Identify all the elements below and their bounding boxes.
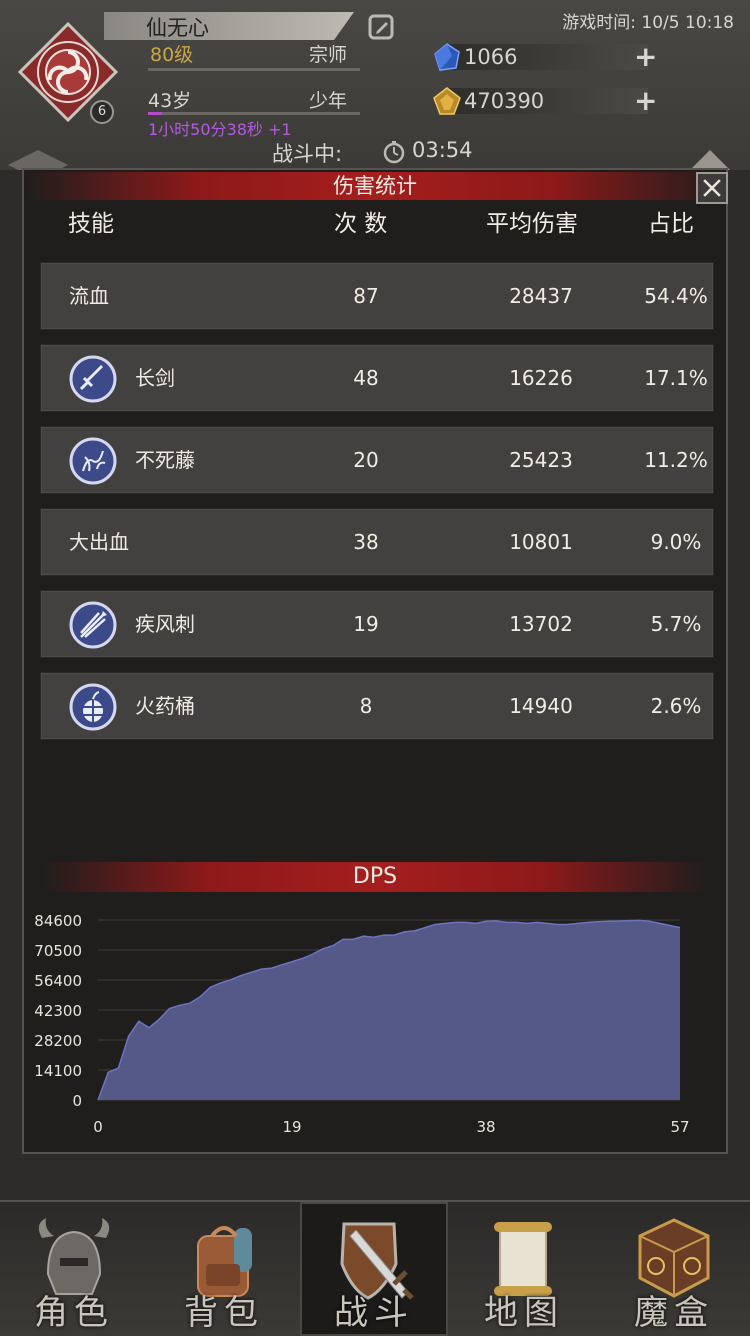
y-tick-label: 14100 <box>34 1062 82 1080</box>
column-header-avg-damage: 平均伤害 <box>486 211 578 237</box>
character-name: 仙无心 <box>146 16 209 40</box>
sword-icon <box>69 355 117 403</box>
nav-label-map: 地图 <box>484 1293 564 1333</box>
bottom-nav: 角色 背包 战斗 地图 魔盒 <box>0 1200 750 1336</box>
gold-gem-count: 470390 <box>464 89 545 113</box>
skill-name: 长剑 <box>135 366 175 390</box>
add-blue-gem-button[interactable]: + <box>634 43 657 71</box>
damage-percent: 5.7% <box>650 612 702 636</box>
table-row: 火药桶 8 14940 2.6% <box>40 672 714 740</box>
skill-name: 大出血 <box>69 530 129 554</box>
nav-tab-magic-box[interactable]: 魔盒 <box>600 1202 748 1336</box>
dps-title: DPS <box>352 864 398 889</box>
hit-count: 38 <box>353 530 379 554</box>
battle-countdown: 03:54 <box>412 138 473 162</box>
avg-damage: 13702 <box>509 612 573 636</box>
avg-damage: 16226 <box>509 366 573 390</box>
column-header-percent: 占比 <box>648 211 694 237</box>
damage-percent: 54.4% <box>644 284 708 308</box>
table-row: 疾风刺 19 13702 5.7% <box>40 590 714 658</box>
vine-icon <box>69 437 117 485</box>
skill-name: 不死藤 <box>135 448 195 472</box>
hit-count: 87 <box>353 284 379 308</box>
avg-damage: 14940 <box>509 694 573 718</box>
name-plate <box>104 12 354 40</box>
level-divider <box>148 68 360 71</box>
skill-name: 火药桶 <box>135 694 195 718</box>
table-row: 不死藤 20 25423 11.2% <box>40 426 714 494</box>
stopwatch-icon <box>383 141 405 164</box>
dps-area <box>98 920 680 1100</box>
nav-tab-character[interactable]: 角色 <box>0 1202 148 1336</box>
table-row: 流血 87 28437 54.4% <box>40 262 714 330</box>
resource-gold-gem: 470390 + <box>432 86 662 116</box>
damage-stats-dialog: 伤害统计 技能 次 数 平均伤害 占比 流血 87 28437 54.4% 长剑… <box>22 168 728 1154</box>
blue-gem-count: 1066 <box>464 45 518 69</box>
character-level: 80级 <box>150 44 194 66</box>
damage-percent: 17.1% <box>644 366 708 390</box>
table-row: 大出血 38 10801 9.0% <box>40 508 714 576</box>
age-timer: 1小时50分38秒 +1 <box>148 120 292 139</box>
hit-count: 20 <box>353 448 379 472</box>
skill-name: 流血 <box>69 284 109 308</box>
close-icon[interactable] <box>696 172 728 204</box>
life-stage: 少年 <box>309 90 348 112</box>
nav-tab-battle[interactable]: 战斗 <box>300 1202 448 1336</box>
column-header-count: 次 数 <box>334 211 388 237</box>
dps-chart: 84600 70500 56400 42300 28200 14100 00 19 38 57 <box>34 912 689 1136</box>
damage-percent: 9.0% <box>650 530 702 554</box>
game-time: 游戏时间: 10/5 10:18 <box>562 13 734 33</box>
edit-icon[interactable] <box>368 14 394 40</box>
x-tick-label: 57 <box>670 1118 689 1136</box>
resource-blue-gem: 1066 + <box>432 42 662 72</box>
damage-percent: 11.2% <box>644 448 708 472</box>
age-progress-bar <box>148 112 360 115</box>
y-tick-label: 56400 <box>34 972 82 990</box>
nav-label-magic-box: 魔盒 <box>634 1293 714 1333</box>
nav-label-battle: 战斗 <box>334 1293 414 1333</box>
hit-count: 48 <box>353 366 379 390</box>
battle-status: 战斗中: <box>272 142 343 166</box>
avg-damage: 28437 <box>509 284 573 308</box>
character-age: 43岁 <box>148 90 192 112</box>
x-tick-label: 38 <box>476 1118 495 1136</box>
add-gold-gem-button[interactable]: + <box>634 87 657 115</box>
table-row: 长剑 48 16226 17.1% <box>40 344 714 412</box>
damage-percent: 2.6% <box>650 694 702 718</box>
hit-count: 19 <box>353 612 379 636</box>
y-tick-label: 42300 <box>34 1002 82 1020</box>
level-badge: 6 <box>90 100 114 124</box>
status-header: 6 仙无心 80级 宗师 43岁 少年 1小时50分38秒 +1 游戏时间: 1… <box>0 0 750 180</box>
x-tick-label: 19 <box>282 1118 301 1136</box>
character-rank: 宗师 <box>309 44 348 66</box>
gale-stab-icon <box>69 601 117 649</box>
y-tick-label: 28200 <box>34 1032 82 1050</box>
avg-damage: 10801 <box>509 530 573 554</box>
nav-tab-backpack[interactable]: 背包 <box>150 1202 298 1336</box>
nav-label-character: 角色 <box>34 1293 114 1333</box>
nav-tab-map[interactable]: 地图 <box>450 1202 598 1336</box>
hit-count: 8 <box>359 694 373 718</box>
x-tick-label: 0 <box>93 1118 103 1136</box>
avg-damage: 25423 <box>509 448 573 472</box>
dialog-title: 伤害统计 <box>333 174 417 198</box>
column-header-skill: 技能 <box>68 211 114 237</box>
y-tick-label: 0 <box>72 1092 82 1110</box>
nav-label-backpack: 背包 <box>184 1293 264 1333</box>
blue-gem-icon <box>434 43 460 71</box>
y-tick-label: 70500 <box>34 942 82 960</box>
y-tick-label: 84600 <box>34 912 82 930</box>
powder-keg-icon <box>69 683 117 731</box>
gold-gem-icon <box>433 87 461 115</box>
skill-name: 疾风刺 <box>135 612 195 636</box>
